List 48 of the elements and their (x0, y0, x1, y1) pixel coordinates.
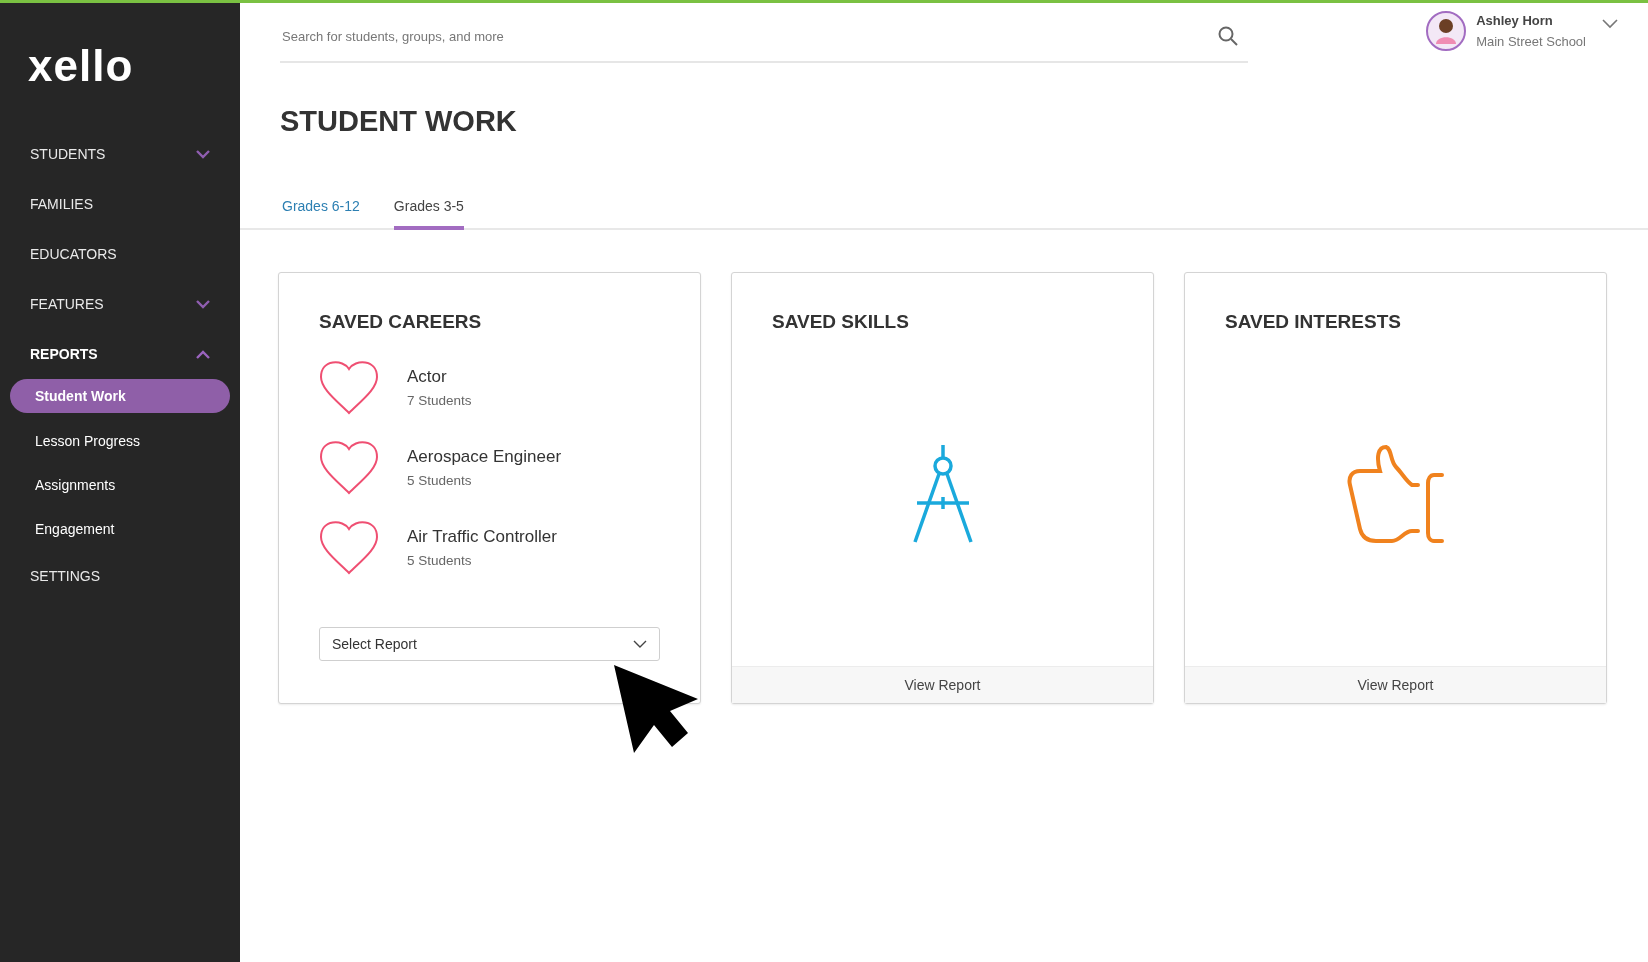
tab[interactable]: Grades 3-5 (393, 198, 464, 230)
page-title: STUDENT WORK (280, 105, 518, 138)
mouse-pointer-icon (614, 665, 700, 755)
avatar[interactable] (1426, 11, 1467, 51)
drawing-compass-icon (911, 444, 974, 545)
chevron-up-icon (196, 349, 210, 359)
nav-label: REPORTS (30, 346, 98, 362)
nav-subitem[interactable]: Lesson Progress (10, 419, 230, 463)
chevron-down-icon (196, 299, 210, 309)
report-select[interactable]: Select Report (319, 627, 660, 661)
heart-icon (319, 439, 379, 495)
person-silhouette-icon (1435, 18, 1458, 44)
chevron-down-icon[interactable] (1602, 19, 1618, 29)
nav-label: SETTINGS (30, 568, 100, 584)
student-count: 7 Students (407, 392, 472, 408)
career-name: Actor (407, 366, 448, 387)
card-title: SAVED CAREERS (319, 311, 483, 333)
heart-icon (319, 359, 379, 415)
view-report-button[interactable]: View Report (1185, 666, 1606, 703)
nav-item[interactable]: FAMILIES (10, 179, 230, 229)
student-count: 5 Students (407, 472, 473, 488)
career-name: Air Traffic Controller (407, 526, 557, 547)
xello-logo[interactable]: xello (10, 41, 134, 91)
nav-label: EDUCATORS (30, 246, 117, 262)
card-title: SAVED SKILLS (772, 311, 910, 333)
nav-item[interactable]: EDUCATORS (10, 229, 230, 279)
heart-icon (319, 519, 379, 575)
nav-subitem[interactable]: Student Work (10, 379, 230, 413)
user-name: Ashley Horn (1476, 13, 1554, 28)
career-name: Aerospace Engineer (407, 446, 562, 467)
nav-label: FEATURES (30, 296, 104, 312)
search-icon[interactable] (1218, 26, 1238, 46)
chevron-down-icon (196, 149, 210, 159)
thumbs-up-icon (1345, 444, 1446, 545)
nav-label: STUDENTS (30, 146, 106, 162)
nav-item[interactable]: REPORTS (10, 329, 230, 379)
tab[interactable]: Grades 6-12 (282, 198, 360, 230)
student-count: 5 Students (407, 552, 473, 568)
view-report-button[interactable]: View Report (732, 666, 1153, 703)
nav-label: FAMILIES (30, 196, 94, 212)
nav-item[interactable]: STUDENTS (10, 129, 230, 179)
nav-subitem[interactable]: Engagement (10, 507, 230, 551)
nav-item[interactable]: SETTINGS (10, 551, 230, 601)
nav-item[interactable]: FEATURES (10, 279, 230, 329)
school-name: Main Street School (1476, 34, 1586, 49)
card-title: SAVED INTERESTS (1225, 311, 1402, 333)
nav-subitem[interactable]: Assignments (10, 463, 230, 507)
chevron-down-icon (633, 640, 647, 648)
